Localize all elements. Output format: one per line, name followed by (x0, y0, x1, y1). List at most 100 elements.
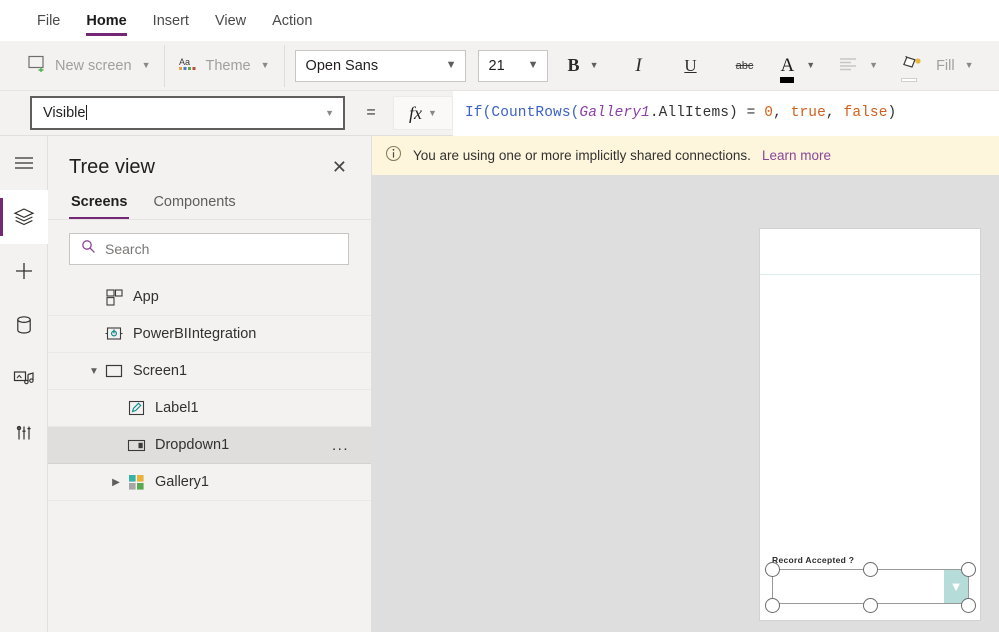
chevron-down-icon: ▼ (964, 60, 974, 70)
new-screen-icon (28, 55, 47, 76)
theme-button[interactable]: Aa Theme ▼ (165, 41, 283, 91)
tree-view-tabs: Screens Components (48, 194, 371, 220)
tree-item-label: Gallery1 (155, 474, 209, 490)
fill-label: Fill (936, 57, 955, 74)
svg-text:Aa: Aa (179, 57, 190, 67)
formula-bar: Visible ▼ = fx ▼ If(CountRows(Gallery1.A… (0, 90, 999, 136)
tree-item-label: PowerBIIntegration (133, 326, 257, 342)
dropdown-icon (125, 439, 147, 452)
app-icon (103, 288, 125, 306)
data-icon[interactable] (0, 298, 48, 352)
tab-screens[interactable]: Screens (69, 194, 130, 219)
align-button: ▼ (821, 41, 884, 91)
chevron-down-icon[interactable]: ▼ (528, 60, 539, 71)
resize-handle-top-right[interactable] (961, 562, 976, 577)
fill-button: Fill ▼ (884, 41, 979, 91)
ribbon-divider-2 (283, 44, 285, 87)
gallery-icon (125, 474, 147, 491)
font-family-select[interactable]: Open Sans ▼ (294, 49, 466, 82)
tree-item-list: App PowerBIIntegration ▼ Screen1 Label1 … (48, 279, 371, 501)
tree-view-header: Tree view ✕ (48, 136, 371, 180)
tree-view-panel: Tree view ✕ Screens Components Search Ap… (48, 136, 372, 632)
resize-handle-top-left[interactable] (765, 562, 780, 577)
menu-item-action[interactable]: Action (259, 1, 325, 41)
italic-button[interactable]: I (618, 41, 658, 91)
tree-view-icon[interactable] (0, 190, 48, 244)
tree-item-gallery1[interactable]: ▶ Gallery1 (48, 464, 371, 501)
resize-handle-bottom-right[interactable] (961, 598, 976, 613)
tree-item-label1[interactable]: Label1 (48, 390, 371, 427)
advanced-tools-icon[interactable] (0, 406, 48, 460)
home-ribbon-toolbar: New screen ▼ Aa Theme ▼ Open Sans ▼ 21 ▼… (0, 41, 999, 91)
tree-item-label: Dropdown1 (155, 437, 230, 453)
screen-preview[interactable]: Record Accepted ? ▼ (760, 229, 980, 620)
new-screen-button[interactable]: New screen ▼ (14, 41, 164, 91)
chevron-down-icon[interactable]: ▼ (85, 366, 103, 377)
search-input[interactable]: Search (69, 233, 349, 265)
text-caret (86, 105, 88, 120)
search-container: Search (48, 220, 371, 265)
powerapps-studio-window: File Home Insert View Action New screen … (0, 0, 999, 632)
tree-item-screen1[interactable]: ▼ Screen1 (48, 353, 371, 390)
menu-item-file[interactable]: File (24, 1, 73, 41)
tab-components[interactable]: Components (151, 194, 237, 219)
resize-handle-bottom-center[interactable] (863, 598, 878, 613)
fx-icon: fx (409, 102, 423, 123)
app-canvas-area[interactable]: Record Accepted ? ▼ (372, 175, 999, 632)
search-placeholder: Search (105, 241, 150, 257)
formula-input[interactable]: If(CountRows(Gallery1.AllItems) = 0, tru… (453, 90, 999, 136)
fill-bucket-icon (900, 54, 922, 82)
property-select[interactable]: Visible ▼ (30, 96, 345, 130)
left-icon-rail (0, 136, 48, 632)
chevron-down-icon[interactable]: ▼ (142, 61, 151, 70)
learn-more-link[interactable]: Learn more (762, 148, 831, 163)
chevron-right-icon[interactable]: ▶ (107, 477, 125, 488)
font-size-select[interactable]: 21 ▼ (477, 49, 548, 82)
chevron-down-icon[interactable]: ▼ (428, 108, 437, 118)
underline-icon: U (684, 55, 697, 75)
screen-icon (103, 364, 125, 378)
chevron-down-icon[interactable]: ▼ (806, 61, 815, 70)
chevron-down-icon[interactable]: ▼ (446, 60, 457, 71)
media-icon[interactable] (0, 352, 48, 406)
tree-item-overflow-menu[interactable]: ... (332, 438, 349, 453)
tree-item-powerbiintegration[interactable]: PowerBIIntegration (48, 316, 371, 353)
align-left-icon (839, 57, 859, 75)
strikethrough-button[interactable]: abc (718, 41, 770, 91)
record-accepted-label: Record Accepted ? (772, 555, 855, 565)
font-color-icon: A (780, 55, 795, 83)
main-menu-bar: File Home Insert View Action (0, 0, 999, 41)
chevron-down-icon[interactable]: ▼ (261, 61, 270, 70)
chevron-down-icon[interactable]: ▼ (325, 108, 334, 118)
theme-label: Theme (205, 57, 251, 74)
font-family-value: Open Sans (305, 57, 379, 74)
theme-icon: Aa (179, 56, 197, 76)
bold-button[interactable]: B ▼ (558, 41, 605, 91)
menu-item-insert[interactable]: Insert (140, 1, 202, 41)
screen-header-band (760, 229, 980, 275)
underline-button[interactable]: U (670, 41, 710, 91)
search-icon (81, 239, 96, 259)
shared-connections-notice: You are using one or more implicitly sha… (372, 136, 999, 175)
tree-item-app[interactable]: App (48, 279, 371, 316)
chevron-down-icon: ▼ (869, 60, 879, 70)
resize-handle-top-center[interactable] (863, 562, 878, 577)
bold-icon: B (567, 55, 580, 75)
resize-handle-bottom-left[interactable] (765, 598, 780, 613)
menu-item-home[interactable]: Home (73, 1, 139, 41)
chevron-down-icon[interactable]: ▼ (590, 61, 599, 70)
tree-item-dropdown1[interactable]: Dropdown1 ... (48, 427, 371, 464)
property-value: Visible (43, 105, 86, 121)
close-icon[interactable]: ✕ (328, 154, 351, 180)
equals-sign: = (366, 104, 376, 121)
strikethrough-icon: abc (735, 59, 754, 72)
font-color-button[interactable]: A ▼ (770, 41, 821, 91)
menu-item-view[interactable]: View (202, 1, 259, 41)
tree-item-label: Screen1 (133, 363, 188, 379)
fx-button[interactable]: fx ▼ (393, 96, 453, 130)
hamburger-menu-icon[interactable] (0, 136, 48, 190)
panel-title: Tree view (69, 155, 155, 178)
insert-icon[interactable] (0, 244, 48, 298)
label-icon (125, 400, 147, 416)
info-icon (385, 145, 402, 167)
